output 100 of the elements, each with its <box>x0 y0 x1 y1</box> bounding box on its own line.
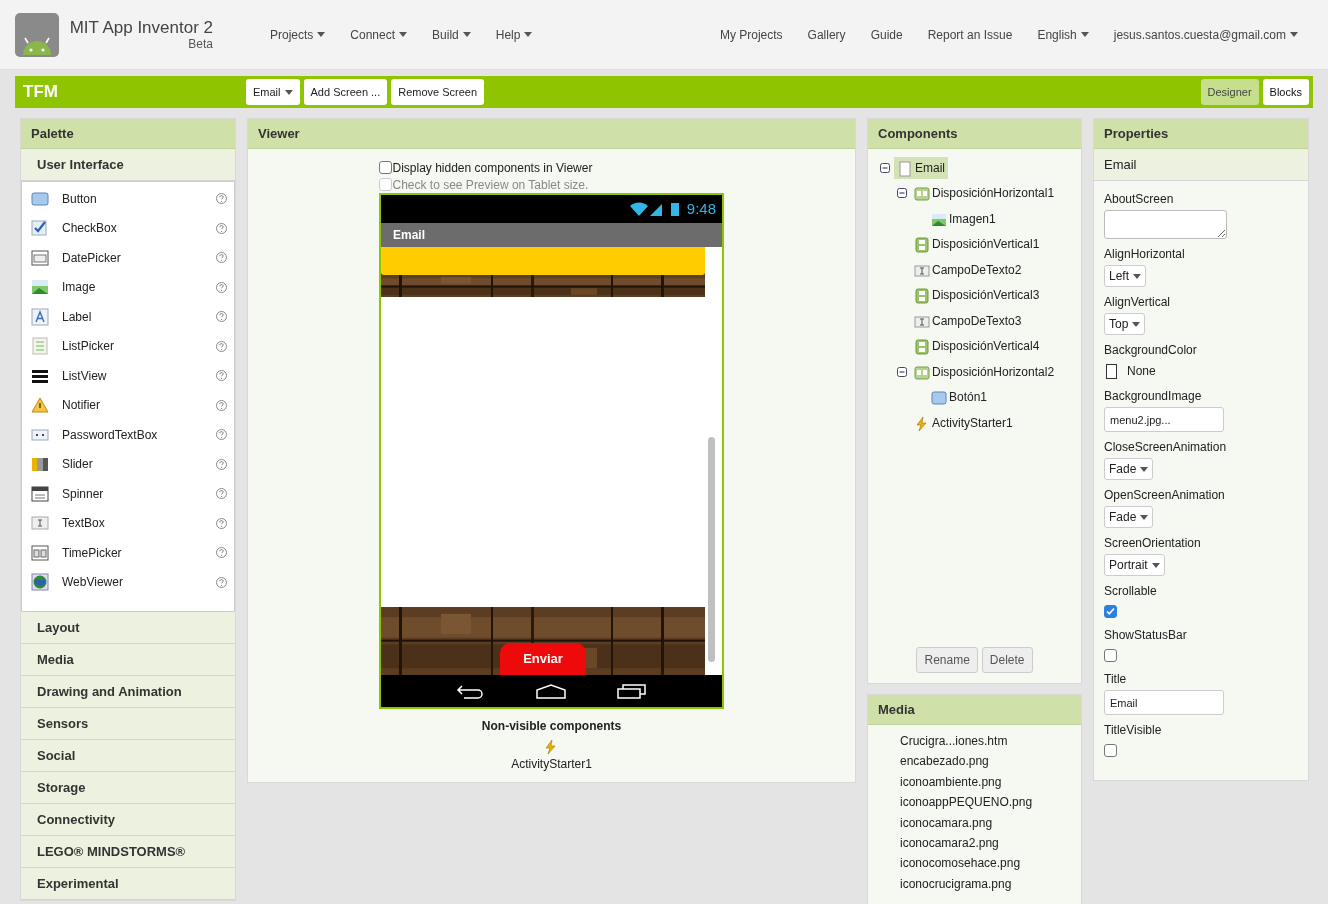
caret-icon <box>1132 321 1141 327</box>
palette-item[interactable]: CheckBox <box>22 213 234 243</box>
palette-item[interactable]: Button <box>22 184 234 214</box>
toolbar-button[interactable]: Remove Screen <box>391 79 485 105</box>
help-icon[interactable] <box>216 576 227 588</box>
palette-item[interactable]: TimePicker <box>22 538 234 568</box>
help-icon[interactable] <box>216 370 227 382</box>
component-icon <box>31 189 49 208</box>
menu-item[interactable]: Help <box>495 25 533 44</box>
media-file[interactable]: iconocamara2.png <box>900 833 1081 855</box>
tree-item[interactable]: DisposiciónHorizontal2 <box>911 360 1058 383</box>
collapse-icon[interactable] <box>897 366 907 377</box>
tree-item[interactable]: Botón1 <box>928 386 991 409</box>
help-icon[interactable] <box>216 340 227 352</box>
recent-apps-icon[interactable] <box>616 683 647 699</box>
help-icon[interactable] <box>216 458 227 470</box>
tree-item[interactable]: DisposiciónVertical3 <box>911 284 1043 307</box>
media-file[interactable]: iconoappPEQUENO.png <box>900 793 1081 814</box>
palette-item[interactable]: TextBox <box>22 508 234 538</box>
tree-item[interactable]: CampoDeTexto3 <box>911 309 1025 332</box>
help-icon[interactable] <box>216 252 227 264</box>
panel-button[interactable]: Delete <box>981 647 1033 673</box>
help-icon[interactable] <box>216 517 227 529</box>
palette-item[interactable]: Notifier <box>22 390 234 420</box>
help-icon[interactable] <box>216 547 227 559</box>
tree-item[interactable]: Email <box>894 156 948 179</box>
dropdown-button[interactable]: Portrait <box>1104 554 1165 576</box>
tree-item[interactable]: ActivityStarter1 <box>911 411 1016 434</box>
tree-item[interactable]: DisposiciónVertical1 <box>911 233 1043 256</box>
help-icon[interactable] <box>216 488 227 500</box>
nav-link[interactable]: Guide <box>870 25 903 44</box>
property-label: AlignVertical <box>1104 294 1171 311</box>
nav-link[interactable]: English <box>1037 25 1089 44</box>
media-file[interactable]: iconocamara.png <box>900 813 1081 834</box>
palette-category[interactable]: Social <box>21 740 235 772</box>
mode-tab[interactable]: Designer <box>1200 79 1259 105</box>
nav-link[interactable]: Gallery <box>807 25 846 44</box>
palette-category[interactable]: User Interface <box>21 149 235 181</box>
palette-item[interactable]: PasswordTextBox <box>22 420 234 450</box>
help-icon[interactable] <box>216 281 227 293</box>
panel-button[interactable]: Rename <box>916 647 978 673</box>
checkbox[interactable] <box>1104 743 1117 757</box>
palette-category[interactable]: Experimental <box>21 868 235 900</box>
toolbar-button[interactable]: Add Screen ... <box>303 79 388 105</box>
palette-category[interactable]: Layout <box>21 612 235 644</box>
help-icon[interactable] <box>216 222 227 234</box>
collapse-icon[interactable] <box>880 162 890 173</box>
nav-link[interactable]: Report an Issue <box>927 25 1013 44</box>
palette-category[interactable]: Connectivity <box>21 804 235 836</box>
palette-item[interactable]: WebViewer <box>22 567 234 597</box>
menu-item[interactable]: Projects <box>270 25 326 44</box>
palette-item[interactable]: Image <box>22 272 234 302</box>
media-file[interactable]: iconoambiente.png <box>900 772 1081 794</box>
palette-category[interactable]: Sensors <box>21 708 235 740</box>
palette-category[interactable]: LEGO® MINDSTORMS® <box>21 836 235 868</box>
send-button[interactable]: Enviar <box>500 643 586 675</box>
palette-category[interactable]: Media <box>21 644 235 676</box>
mode-tab[interactable]: Blocks <box>1262 79 1309 105</box>
component-icon <box>31 219 49 238</box>
palette-item[interactable]: ListPicker <box>22 331 234 361</box>
checkbox[interactable] <box>1104 604 1117 618</box>
dropdown-button[interactable]: Fade <box>1104 458 1154 480</box>
checkbox[interactable] <box>378 161 392 174</box>
media-file[interactable]: encabezado.png <box>900 752 1081 773</box>
help-icon[interactable] <box>216 311 227 323</box>
tree-item[interactable]: CampoDeTexto2 <box>911 258 1025 281</box>
palette-item[interactable]: DatePicker <box>22 243 234 273</box>
collapse-icon[interactable] <box>897 188 907 199</box>
palette-item[interactable]: Spinner <box>22 479 234 509</box>
nav-link[interactable]: jesus.santos.cuesta@gmail.com <box>1113 25 1298 44</box>
text-field[interactable]: menu2.jpg... <box>1104 407 1224 432</box>
tree-item[interactable]: DisposiciónHorizontal1 <box>911 182 1058 205</box>
palette-item[interactable]: Label <box>22 302 234 332</box>
text-area[interactable] <box>1104 210 1227 239</box>
dropdown-button[interactable]: Top <box>1104 313 1146 335</box>
media-file[interactable]: iconocrucigrama.png <box>900 874 1081 896</box>
help-icon[interactable] <box>216 429 227 441</box>
media-file[interactable]: Crucigra...iones.htm <box>900 732 1081 753</box>
palette-category[interactable]: Storage <box>21 772 235 804</box>
menu-item[interactable]: Connect <box>350 25 408 44</box>
nav-link[interactable]: My Projects <box>719 25 783 44</box>
menu-item[interactable]: Build <box>432 25 471 44</box>
help-icon[interactable] <box>216 399 227 411</box>
component-icon <box>31 248 49 267</box>
textbox-icon <box>914 313 930 330</box>
component-icon <box>31 543 49 562</box>
text-field[interactable]: Email <box>1104 690 1224 715</box>
color-swatch[interactable] <box>1106 363 1117 379</box>
help-icon[interactable] <box>216 193 227 205</box>
dropdown-button[interactable]: Fade <box>1104 506 1154 528</box>
checkbox[interactable] <box>1104 648 1117 662</box>
palette-category[interactable]: Drawing and Animation <box>21 676 235 708</box>
palette-item[interactable]: Slider <box>22 449 234 479</box>
tree-item[interactable]: DisposiciónVertical4 <box>911 335 1043 358</box>
dropdown-button[interactable]: Left <box>1104 265 1146 287</box>
tree-item[interactable]: Imagen1 <box>928 207 999 230</box>
media-file[interactable]: iconocomosehace.png <box>900 854 1081 875</box>
palette-item[interactable]: ListView <box>22 361 234 391</box>
toolbar-button[interactable]: Email <box>246 79 300 105</box>
home-icon[interactable] <box>536 683 567 699</box>
